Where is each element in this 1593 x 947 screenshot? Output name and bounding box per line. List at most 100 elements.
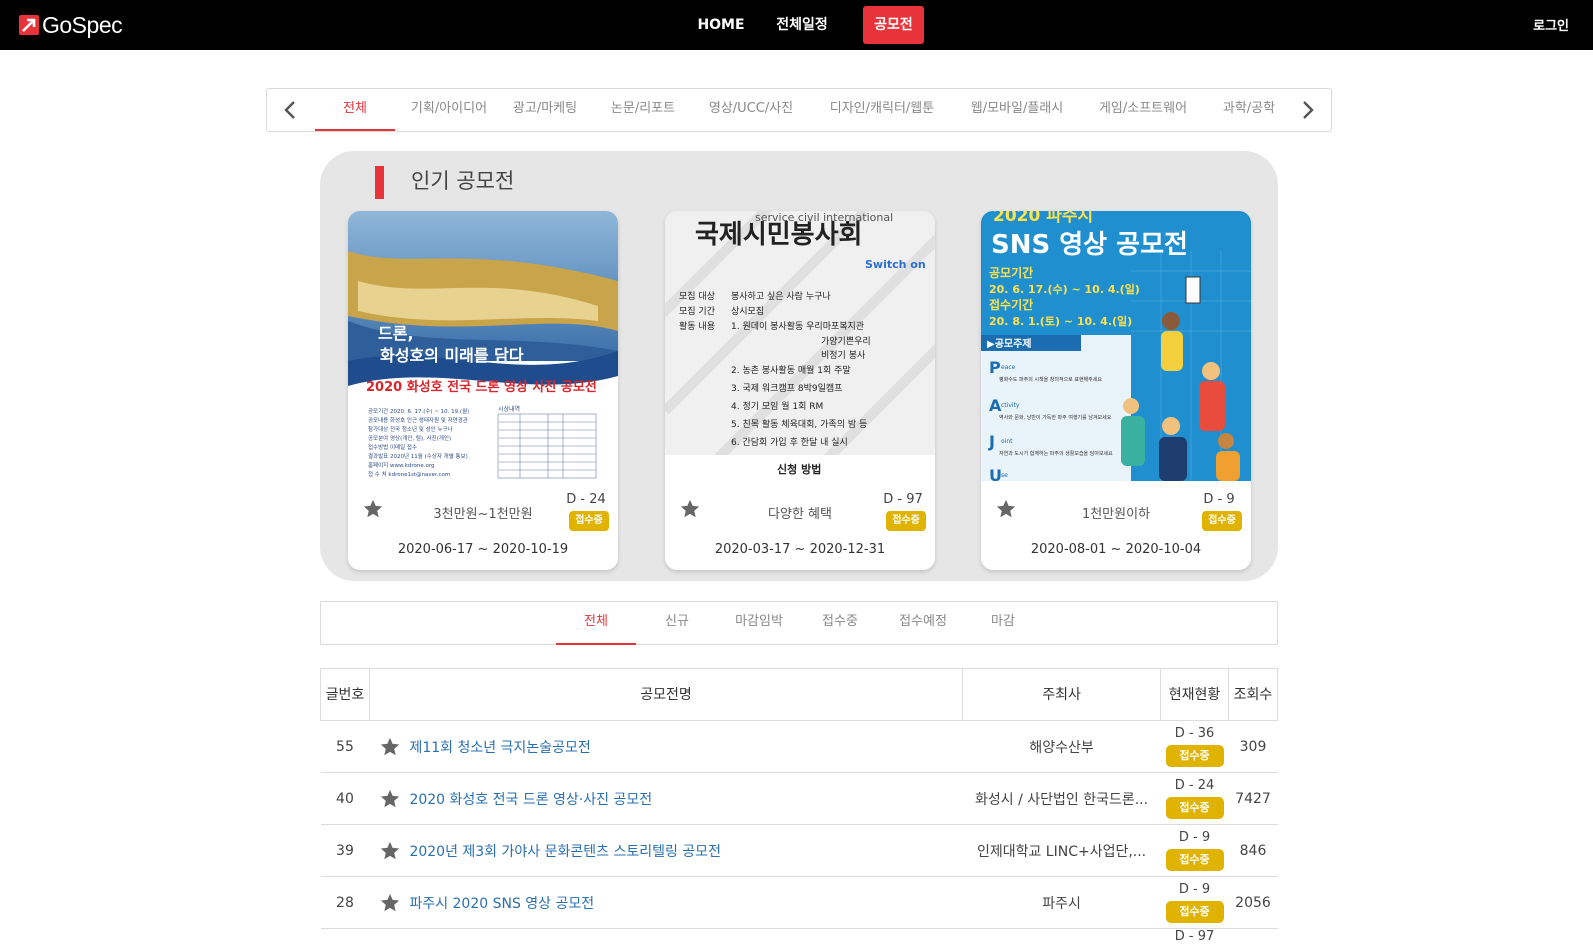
row-no: 28 [320, 876, 370, 929]
contest-title-link[interactable]: 제11회 청소년 극지논술공모전 [409, 737, 590, 757]
poster-theme-word: se [1001, 472, 1008, 479]
card-prize: 3천만원~1천만원 [433, 507, 533, 522]
poster-image[interactable]: 드론, 화성호의 미래를 담다 2020 화성호 전국 드론 영상 사진 공모전… [348, 211, 618, 481]
nav-home[interactable]: HOME [690, 6, 752, 44]
category-tab-paper-report[interactable]: 논문/리포트 [603, 89, 683, 131]
contest-title-link[interactable]: 2020년 제3회 가야사 문화콘텐츠 스토리텔링 공모전 [409, 841, 721, 861]
top-nav: GoSpec HOME 전체일정 공모전 로그인 [0, 0, 1593, 50]
login-link[interactable]: 로그인 [1533, 15, 1569, 34]
row-dday: D - 24 [1174, 778, 1215, 793]
poster-label: 활동 내용 [679, 320, 715, 332]
category-tab-game-software[interactable]: 게임/소프트웨어 [1093, 89, 1193, 131]
contest-title-link[interactable]: 2020 화성호 전국 드론 영상·사진 공모전 [409, 789, 652, 809]
logo[interactable]: GoSpec [19, 11, 123, 39]
poster-title: 2020 화성호 전국 드론 영상 사진 공모전 [366, 379, 597, 395]
poster-period: 20. 6. 17.(수) ~ 10. 4.(일) [989, 282, 1140, 296]
poster-theme-letter: J [988, 432, 995, 451]
poster-theme-letter: P [989, 358, 1001, 377]
status-badge: 접수중 [1165, 901, 1224, 923]
card-prize: 1천만원이하 [1081, 507, 1151, 522]
poster-info-line: 접 수 처 kdrone1st@naver.com [368, 470, 450, 478]
row-host: 인제대학교 LINC+사업단,... [976, 843, 1147, 860]
card-dates: 2020-06-17 ~ 2020-10-19 [397, 542, 569, 557]
card-prize: 다양한 혜택 [768, 507, 832, 522]
poster-image[interactable]: service civil international 국제시민봉사회 Swit… [665, 211, 935, 481]
star-icon[interactable] [679, 498, 701, 520]
status-tab-new[interactable]: 신규 [639, 602, 715, 645]
status-badge: 접수중 [1165, 797, 1224, 819]
star-icon[interactable] [362, 498, 384, 520]
row-dday: D - 36 [1174, 726, 1215, 741]
chevron-left-icon[interactable] [279, 98, 303, 122]
star-icon[interactable] [379, 736, 401, 758]
category-tab-science[interactable]: 과학/공학 [1217, 89, 1281, 131]
status-tab-open[interactable]: 접수중 [801, 602, 879, 645]
table-row[interactable]: 55 제11회 청소년 극지논술공모전 해양수산부 D - 36 접수중 309 [320, 720, 1278, 773]
poster-value: 4. 정기 모임 월 1회 RM [731, 400, 823, 412]
category-tab-ad-marketing[interactable]: 광고/마케팅 [507, 89, 583, 131]
poster-theme-desc: 평화수도 파주의 시책을 창의적으로 표현해주세요 [999, 376, 1102, 383]
status-tab-closing-soon[interactable]: 마감임박 [719, 602, 799, 645]
poster-year-line: 2020 파주시 [993, 211, 1093, 226]
poster-title: 국제시민봉사회 [695, 220, 862, 250]
row-dday: D - 9 [1178, 830, 1211, 845]
row-views: 309 [1228, 720, 1278, 773]
status-badge: 접수중 [886, 511, 926, 531]
card-dday: D - 97 [883, 492, 923, 507]
category-tab-design[interactable]: 디자인/캐릭터/웹툰 [823, 89, 941, 131]
row-views: 7427 [1228, 772, 1278, 825]
poster-value: 2. 농촌 봉사활동 매월 1회 주말 [731, 364, 851, 376]
category-tab-video-photo[interactable]: 영상/UCC/사진 [703, 89, 799, 131]
chevron-right-icon[interactable] [1295, 98, 1319, 122]
table-row[interactable]: 39 2020년 제3회 가야사 문화콘텐츠 스토리텔링 공모전 인제대학교 L… [320, 824, 1278, 877]
nav-schedule[interactable]: 전체일정 [766, 6, 838, 44]
poster-title: SNS 영상 공모전 [991, 230, 1188, 260]
poster-value: 5. 친목 활동 체육대회, 가족의 밤 등 [731, 418, 867, 430]
poster-award-header: 시상내역 [498, 405, 520, 413]
category-tab-all[interactable]: 전체 [315, 89, 395, 131]
table-header-row: 글번호 공모전명 주최사 현재현황 조회수 [320, 668, 1279, 721]
poster-footer: 신청 방법 [777, 462, 821, 476]
poster-theme-word: oint [1001, 438, 1013, 445]
table-row[interactable]: 28 파주시 2020 SNS 영상 공모전 파주시 D - 9 접수중 2056 [320, 876, 1278, 929]
poster-theme-desc: 역사와 문화, 낭만이 가득한 파주 여행기를 남겨보세요 [999, 414, 1112, 421]
logo-text: GoSpec [42, 11, 123, 38]
category-tab-planning[interactable]: 기획/아이디어 [403, 89, 495, 131]
poster-period: 20. 8. 1.(토) ~ 10. 4.(일) [989, 314, 1132, 328]
table-row[interactable]: 40 2020 화성호 전국 드론 영상·사진 공모전 화성시 / 사단법인 한… [320, 772, 1278, 825]
contest-title-link[interactable]: 파주시 2020 SNS 영상 공모전 [409, 893, 594, 913]
card-dday: D - 24 [566, 492, 606, 507]
poster-info-line: 접수방법 이메일 접수 [368, 443, 417, 451]
row-views: 846 [1228, 824, 1278, 877]
row-no: 39 [320, 824, 370, 877]
star-icon[interactable] [379, 840, 401, 862]
status-badge: 접수중 [1165, 745, 1224, 767]
popular-card-2[interactable]: service civil international 국제시민봉사회 Swit… [665, 211, 935, 570]
poster-info-line: 참가대상 전국 청소년 및 성인 누구나 [368, 425, 453, 433]
poster-theme-word: ctivity [1001, 402, 1020, 409]
poster-value: 6. 간담회 가입 후 한달 내 실시 [731, 436, 848, 448]
nav-contest[interactable]: 공모전 [863, 6, 924, 44]
popular-card-3[interactable]: 2020 파주시 SNS 영상 공모전 공모기간 20. 6. 17.(수) ~… [981, 211, 1251, 570]
status-tab-upcoming[interactable]: 접수예정 [881, 602, 965, 645]
star-icon[interactable] [995, 498, 1017, 520]
poster-image[interactable]: 2020 파주시 SNS 영상 공모전 공모기간 20. 6. 17.(수) ~… [981, 211, 1251, 481]
poster-info-line: 공모분야 영상(개인, 팀), 사진(개인) [368, 434, 451, 442]
row-no: 55 [320, 720, 370, 773]
popular-card-1[interactable]: 드론, 화성호의 미래를 담다 2020 화성호 전국 드론 영상 사진 공모전… [348, 211, 618, 570]
row-dday: D - 97 [1174, 929, 1215, 944]
poster-theme-desc: 자연과 도시가 함께하는 파주의 생활모습을 담아보세요 [999, 450, 1113, 457]
status-tab-all[interactable]: 전체 [556, 602, 636, 645]
row-dday: D - 9 [1178, 882, 1211, 897]
star-icon[interactable] [379, 892, 401, 914]
category-bar: 전체 기획/아이디어 광고/마케팅 논문/리포트 영상/UCC/사진 디자인/캐… [266, 88, 1332, 132]
poster-value: 봉사하고 싶은 사람 누구나 [731, 290, 831, 302]
col-header-title: 공모전명 [368, 668, 964, 721]
poster-period-label: 접수기간 [989, 297, 1033, 312]
star-icon[interactable] [379, 788, 401, 810]
poster-tag: Switch on [865, 258, 926, 271]
table-row[interactable]: D - 97 [321, 929, 1278, 947]
category-tab-web-mobile[interactable]: 웹/모바일/플래시 [965, 89, 1069, 131]
card-dday: D - 9 [1203, 492, 1235, 507]
status-tab-closed[interactable]: 마감 [967, 602, 1039, 645]
